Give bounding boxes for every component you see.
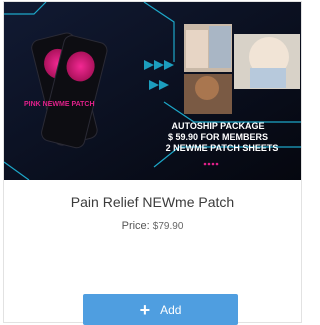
promo-line-1: AUTOSHIP PACKAGE <box>171 121 264 131</box>
add-button-label: Add <box>160 302 182 317</box>
patch-sheet-graphic <box>31 32 108 149</box>
patch-label-text: PINK NEWME PATCH <box>24 101 95 108</box>
add-button[interactable]: + Add <box>83 294 238 325</box>
product-image[interactable]: PINK NEWME PATCH AUTOSHIP PACKAGE $ 59.9… <box>4 2 301 180</box>
product-price: Price: $79.90 <box>4 220 301 232</box>
product-card: PINK NEWME PATCH AUTOSHIP PACKAGE $ 59.9… <box>3 1 302 325</box>
price-label: Price: <box>121 220 150 232</box>
price-value: $79.90 <box>152 221 184 232</box>
product-banner-graphic: PINK NEWME PATCH AUTOSHIP PACKAGE $ 59.9… <box>4 2 301 180</box>
promo-line-2: $ 59.90 FOR MEMBERS <box>168 132 268 142</box>
product-title[interactable]: Pain Relief NEWme Patch <box>4 194 301 210</box>
plus-icon: + <box>139 299 151 320</box>
promo-line-3: 2 NEWME PATCH SHEETS <box>166 143 279 153</box>
